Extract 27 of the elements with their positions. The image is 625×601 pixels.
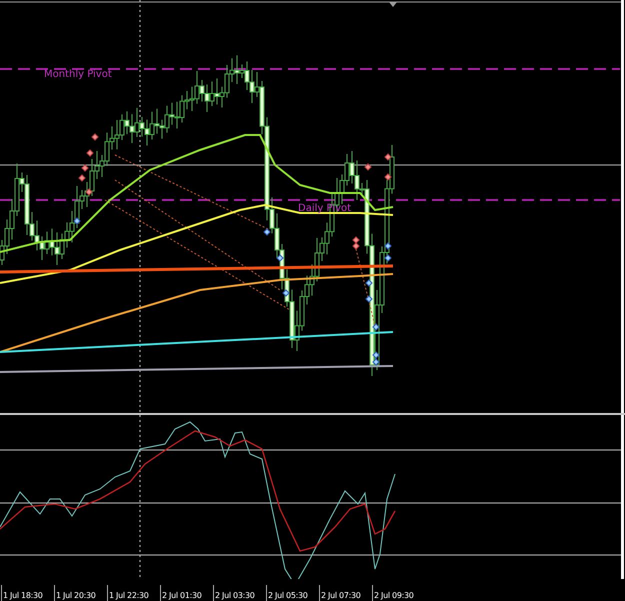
sell-signal-marker — [86, 149, 94, 157]
buy-signal-marker — [263, 228, 271, 236]
shift-marker-icon[interactable] — [389, 2, 397, 7]
time-axis-label: 2 Jul 09:30 — [372, 585, 424, 601]
sell-signal-marker — [78, 174, 86, 182]
buy-signal-marker — [365, 295, 373, 303]
sell-signal-marker — [91, 133, 99, 141]
time-axis-label: 2 Jul 03:30 — [213, 585, 265, 601]
buy-signal-marker — [384, 254, 392, 262]
time-axis-label: 2 Jul 07:30 — [319, 585, 371, 601]
buy-signal-marker — [384, 242, 392, 250]
time-axis-label: 2 Jul 01:30 — [160, 585, 212, 601]
time-axis-label: 1 Jul 18:30 — [1, 585, 53, 601]
time-axis-label: 2 Jul 05:30 — [266, 585, 318, 601]
sell-signal-marker — [81, 164, 89, 172]
buy-signal-marker — [282, 289, 290, 297]
sell-signal-marker — [384, 153, 392, 161]
buy-signal-marker — [276, 254, 284, 262]
buy-signal-marker — [372, 323, 380, 331]
time-axis-label: 1 Jul 22:30 — [107, 585, 159, 601]
sell-signal-marker — [364, 163, 372, 171]
buy-signal-marker — [365, 279, 373, 287]
pivot-label: Monthly Pivot — [44, 69, 112, 81]
sell-signal-marker — [384, 173, 392, 181]
time-axis-label: 1 Jul 20:30 — [54, 585, 106, 601]
buy-signal-marker — [73, 217, 81, 225]
sell-signal-marker — [85, 188, 93, 196]
